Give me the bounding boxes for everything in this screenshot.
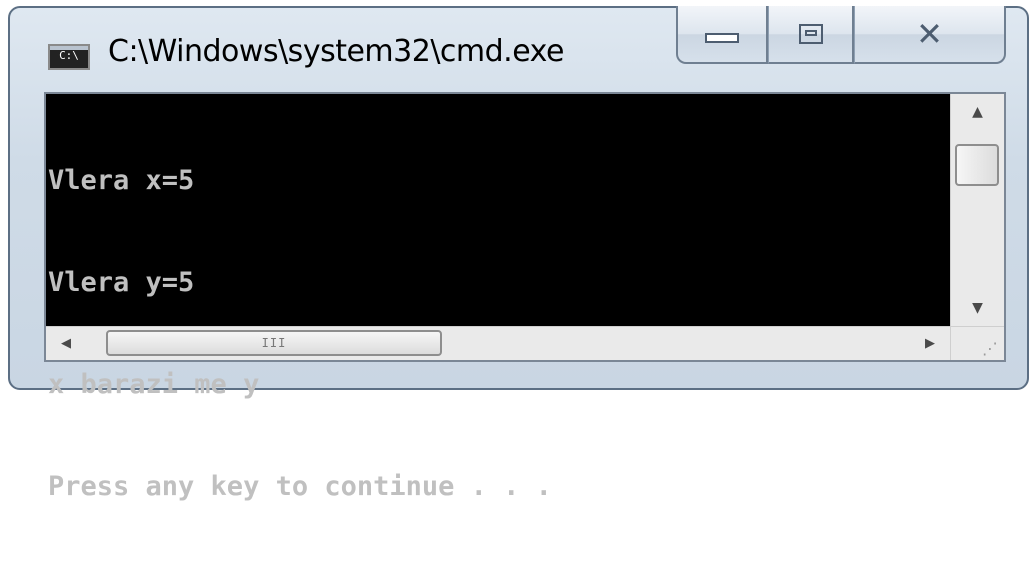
console-client-area: Vlera x=5 Vlera y=5 x barazi me y Press … bbox=[44, 92, 1006, 502]
maximize-button[interactable] bbox=[768, 6, 854, 64]
minimize-button[interactable] bbox=[676, 6, 768, 64]
horizontal-scrollbar[interactable]: ◀ III ▶ bbox=[46, 326, 950, 360]
console-line: Press any key to continue . . . bbox=[48, 471, 552, 502]
scroll-right-icon[interactable]: ▶ bbox=[910, 327, 950, 360]
scroll-up-icon[interactable]: ▲ bbox=[951, 94, 1004, 130]
console-output[interactable]: Vlera x=5 Vlera y=5 x barazi me y Press … bbox=[46, 94, 950, 502]
scroll-left-icon[interactable]: ◀ bbox=[46, 327, 86, 360]
horizontal-scroll-thumb[interactable]: III bbox=[106, 330, 442, 356]
close-icon: ✕ bbox=[916, 15, 943, 53]
console-line: x barazi me y bbox=[48, 369, 260, 400]
console-line: Vlera x=5 bbox=[48, 165, 195, 196]
console-line: Vlera y=5 bbox=[48, 267, 195, 298]
maximize-icon bbox=[798, 24, 823, 44]
title-bar[interactable]: C:\ C:\Windows\system32\cmd.exe ✕ bbox=[10, 6, 1027, 92]
window-title: C:\Windows\system32\cmd.exe bbox=[108, 34, 564, 69]
cmd-window: C:\ C:\Windows\system32\cmd.exe ✕ Vlera … bbox=[8, 6, 1029, 502]
minimize-icon bbox=[705, 33, 739, 43]
vertical-scrollbar[interactable]: ▲ ▼ bbox=[950, 94, 1004, 326]
caption-buttons: ✕ bbox=[676, 6, 1006, 66]
vertical-scroll-thumb[interactable] bbox=[955, 144, 999, 186]
scroll-down-icon[interactable]: ▼ bbox=[951, 290, 1004, 326]
cmd-icon[interactable]: C:\ bbox=[48, 44, 90, 70]
close-button[interactable]: ✕ bbox=[854, 6, 1006, 64]
resize-grip-icon[interactable] bbox=[950, 326, 1004, 360]
